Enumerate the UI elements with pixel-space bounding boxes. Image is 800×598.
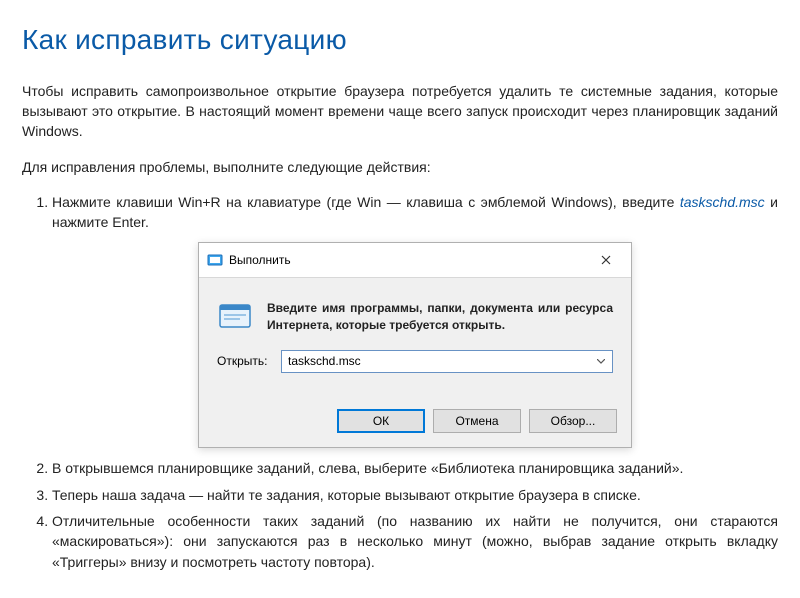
dialog-description: Введите имя программы, папки, документа … <box>267 298 613 332</box>
step-1-command: taskschd.msc <box>680 194 765 210</box>
open-combobox[interactable]: taskschd.msc <box>281 350 613 373</box>
steps-list: Нажмите клавиши Win+R на клавиатуре (где… <box>22 192 778 572</box>
chevron-down-icon[interactable] <box>592 355 610 368</box>
step-1-text-pre: Нажмите клавиши Win+R на клавиатуре (где… <box>52 194 680 210</box>
page-title: Как исправить ситуацию <box>22 20 778 61</box>
step-4: Отличительные особенности таких заданий … <box>52 511 778 572</box>
dialog-title: Выполнить <box>229 252 585 269</box>
lead-paragraph: Для исправления проблемы, выполните след… <box>22 157 778 177</box>
dialog-button-row: ОК Отмена Обзор... <box>199 397 631 447</box>
intro-paragraph: Чтобы исправить самопроизвольное открыти… <box>22 81 778 142</box>
open-value: taskschd.msc <box>288 353 592 370</box>
close-button[interactable] <box>585 249 627 271</box>
ok-button[interactable]: ОК <box>337 409 425 433</box>
run-dialog: Выполнить <box>198 242 632 448</box>
step-1: Нажмите клавиши Win+R на клавиатуре (где… <box>52 192 778 449</box>
browse-button[interactable]: Обзор... <box>529 409 617 433</box>
step-2: В открывшемся планировщике заданий, слев… <box>52 458 778 478</box>
cancel-button[interactable]: Отмена <box>433 409 521 433</box>
dialog-titlebar: Выполнить <box>199 243 631 278</box>
dialog-body: Введите имя программы, папки, документа … <box>199 278 631 397</box>
run-big-icon <box>217 298 253 334</box>
open-label: Открыть: <box>217 353 281 370</box>
step-3: Теперь наша задача — найти те задания, к… <box>52 485 778 505</box>
run-icon <box>207 252 223 268</box>
